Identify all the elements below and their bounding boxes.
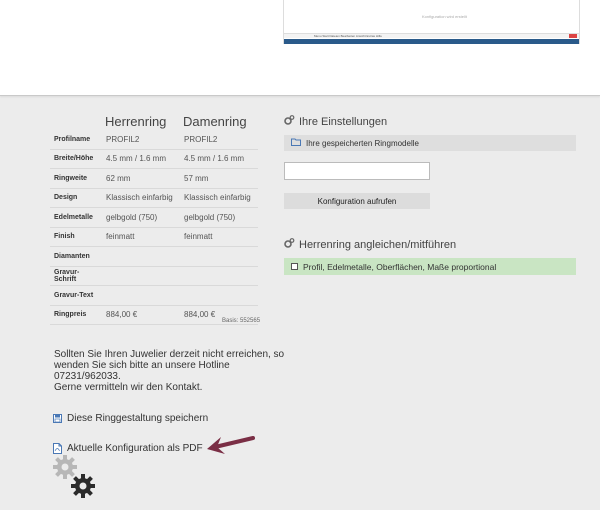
settings-title: Ihre Einstellungen bbox=[284, 115, 387, 128]
herren-value: 4.5 mm / 1.6 mm bbox=[102, 149, 180, 169]
herren-value: gelbgold (750) bbox=[102, 207, 180, 228]
saved-models-label: Ihre gespeicherten Ringmodelle bbox=[306, 138, 419, 148]
table-row: Finish feinmatt feinmatt bbox=[50, 227, 258, 247]
header-damenring: Damenring bbox=[183, 114, 247, 129]
info-line: Sollten Sie Ihren Juwelier derzeit nicht… bbox=[54, 349, 285, 360]
preview-taskbar: Menu Start Dateien Bearbeiten Ansicht Ex… bbox=[284, 33, 579, 38]
pdf-file-icon bbox=[53, 443, 62, 454]
proportional-checkbox[interactable] bbox=[291, 263, 298, 270]
damen-value bbox=[180, 266, 258, 286]
herren-value: PROFIL2 bbox=[102, 130, 180, 150]
herren-value: Klassisch einfarbig bbox=[102, 188, 180, 208]
folder-icon bbox=[291, 138, 301, 148]
row-label: Gravur-Text bbox=[50, 285, 102, 306]
row-label: Breite/Höhe bbox=[50, 149, 102, 169]
table-row: Gravur-Text bbox=[50, 285, 258, 306]
hotline-info: Sollten Sie Ihren Juwelier derzeit nicht… bbox=[54, 349, 284, 393]
damen-value bbox=[180, 285, 258, 306]
row-label: Ringweite bbox=[50, 168, 102, 189]
cogs-icon bbox=[284, 115, 295, 128]
table-row: Ringweite 62 mm 57 mm bbox=[50, 168, 258, 189]
table-row: Design Klassisch einfarbig Klassisch einfa… bbox=[50, 188, 258, 208]
row-label: Edelmetalle bbox=[50, 207, 102, 228]
row-label: Profilname bbox=[50, 130, 102, 150]
damen-value: PROFIL2 bbox=[180, 130, 258, 150]
damen-value: Klassisch einfarbig bbox=[180, 188, 258, 208]
damen-value: 4.5 mm / 1.6 mm bbox=[180, 149, 258, 169]
herren-value: feinmatt bbox=[102, 227, 180, 247]
preview-screenshot: Konfiguration wird erstellt Menu Start D… bbox=[283, 0, 580, 44]
table-row: Profilname PROFIL2 PROFIL2 bbox=[50, 130, 258, 150]
preview-caption: Konfiguration wird erstellt bbox=[422, 14, 467, 19]
row-label: Design bbox=[50, 188, 102, 208]
row-label: Ringpreis bbox=[50, 305, 102, 325]
damen-value bbox=[180, 246, 258, 267]
herren-value bbox=[102, 285, 180, 306]
annotation-arrow-icon bbox=[207, 436, 255, 454]
pdf-export-link[interactable]: Aktuelle Konfiguration als PDF bbox=[53, 443, 203, 454]
info-line: Gerne vermitteln wir den Kontakt. bbox=[54, 382, 203, 393]
loading-gears-icon bbox=[53, 455, 95, 498]
row-label: Diamanten bbox=[50, 246, 102, 267]
top-panel: Konfiguration wird erstellt Menu Start D… bbox=[0, 0, 600, 96]
info-line: 07231/962033. bbox=[54, 371, 121, 382]
basis-number: Basis: 552565 bbox=[222, 318, 261, 324]
table-row: Diamanten bbox=[50, 246, 258, 267]
herren-value: 884,00 € bbox=[102, 305, 180, 325]
settings-title-label: Ihre Einstellungen bbox=[299, 115, 388, 128]
damen-value: feinmatt bbox=[180, 227, 258, 247]
adjust-title-label: Herrenring angleichen/mitführen bbox=[299, 238, 457, 251]
save-icon bbox=[53, 414, 62, 423]
load-configuration-button[interactable]: Konfiguration aufrufen bbox=[284, 193, 430, 209]
pdf-export-label: Aktuelle Konfiguration als PDF bbox=[67, 443, 203, 454]
info-line: wenden Sie sich bitte an unsere Hotline bbox=[54, 360, 230, 371]
herren-value: 62 mm bbox=[102, 168, 180, 189]
herren-value bbox=[102, 246, 180, 267]
damen-value: gelbgold (750) bbox=[180, 207, 258, 228]
adjust-option-label: Profil, Edelmetalle, Oberflächen, Maße p… bbox=[303, 261, 497, 272]
save-design-label: Diese Ringgestaltung speichern bbox=[67, 413, 209, 424]
saved-models-row[interactable]: Ihre gespeicherten Ringmodelle bbox=[284, 135, 576, 151]
damen-value: 57 mm bbox=[180, 168, 258, 189]
cogs-icon bbox=[284, 238, 295, 251]
save-design-link[interactable]: Diese Ringgestaltung speichern bbox=[53, 413, 208, 424]
adjust-option-row[interactable]: Profil, Edelmetalle, Oberflächen, Maße p… bbox=[284, 258, 576, 275]
row-label: Gravur-Schrift bbox=[50, 266, 102, 286]
ring-specs-table: Profilname PROFIL2 PROFIL2 Breite/Höhe 4.5 m… bbox=[50, 130, 258, 325]
table-row: Gravur-Schrift bbox=[50, 266, 258, 286]
herren-value bbox=[102, 266, 180, 286]
configuration-code-input[interactable] bbox=[284, 162, 430, 180]
row-label: Finish bbox=[50, 227, 102, 247]
header-herrenring: Herrenring bbox=[105, 114, 167, 129]
preview-close-icon bbox=[569, 34, 577, 38]
adjust-title: Herrenring angleichen/mitführen bbox=[284, 238, 456, 251]
table-row: Edelmetalle gelbgold (750) gelbgold (750) bbox=[50, 207, 258, 228]
preview-statusbar bbox=[284, 39, 579, 44]
table-row: Breite/Höhe 4.5 mm / 1.6 mm 4.5 mm / 1.6 m… bbox=[50, 149, 258, 169]
